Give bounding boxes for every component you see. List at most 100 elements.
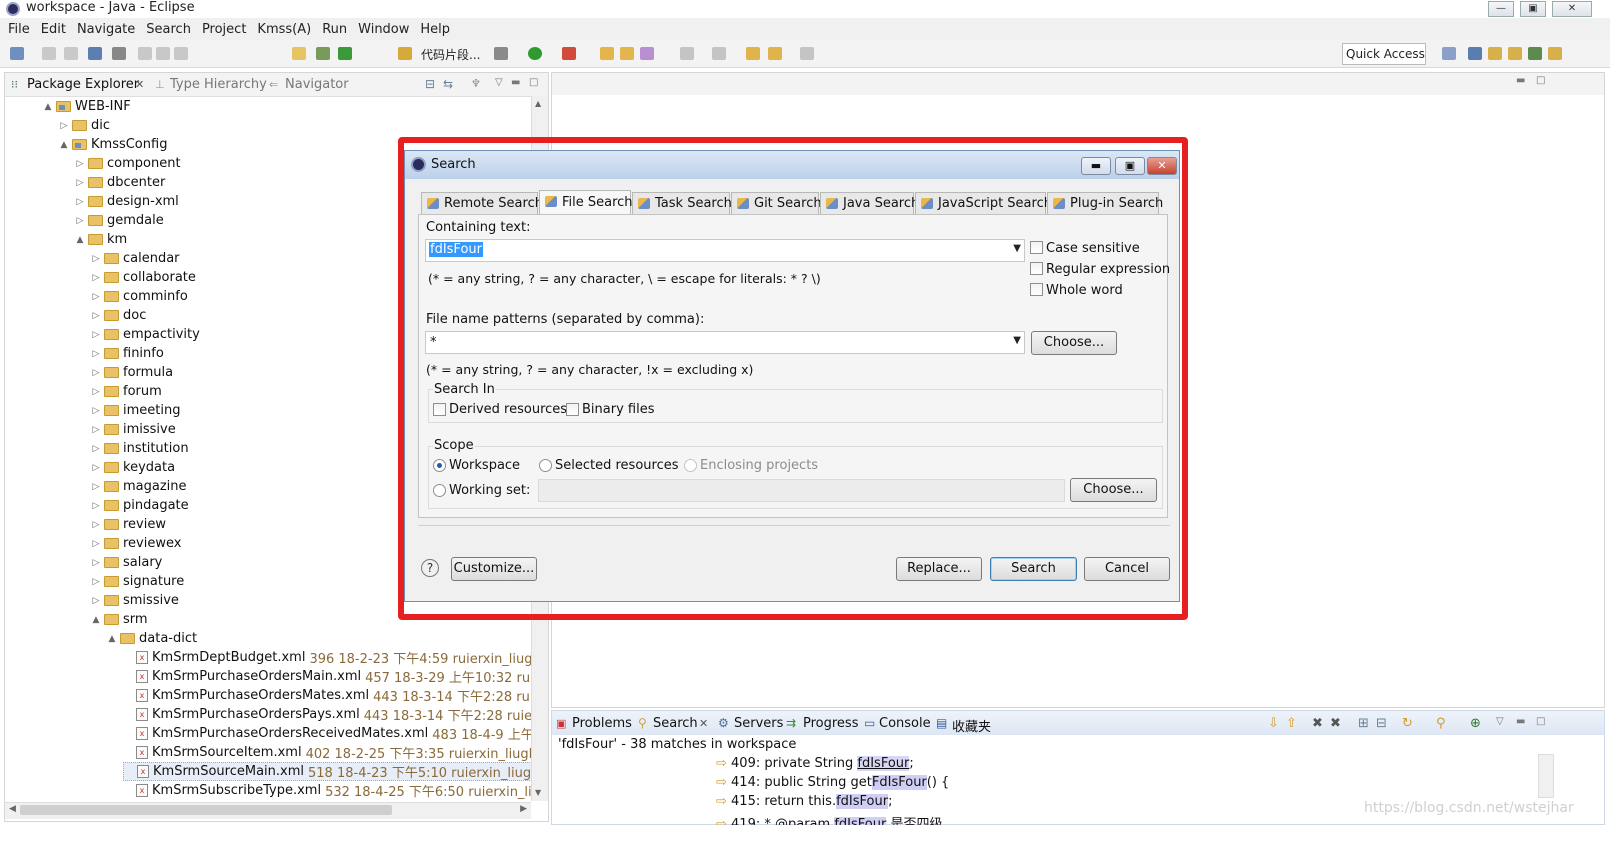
menu-file[interactable]: File <box>8 22 30 37</box>
collapsed-twisty-icon[interactable]: ▷ <box>75 159 85 169</box>
collapsed-twisty-icon[interactable]: ▷ <box>91 444 101 454</box>
expanded-twisty-icon[interactable]: ▲ <box>107 634 117 644</box>
tree-folder-item[interactable]: ▷ dbcenter <box>75 173 166 192</box>
toggle-mark-icon[interactable] <box>292 47 306 60</box>
scroll-up-icon[interactable]: ▲ <box>535 99 541 108</box>
tree-folder-item[interactable]: ▷ empactivity <box>91 325 200 344</box>
tree-file-item[interactable]: x KmSrmPurchaseOrdersMain.xml 457 18-3-29 … <box>123 667 532 686</box>
regular-expression-label[interactable]: Regular expression <box>1046 262 1170 277</box>
prev-match-icon[interactable]: ⇧ <box>1286 716 1297 731</box>
file-patterns-value[interactable]: * <box>430 335 437 350</box>
remove-all-icon[interactable]: ✖ <box>1330 716 1341 731</box>
tree-folder-item[interactable]: ▲ KmssConfig <box>59 135 168 154</box>
collapsed-twisty-icon[interactable]: ▷ <box>91 330 101 340</box>
save-icon[interactable] <box>42 47 56 60</box>
tree-folder-item[interactable]: ▷ formula <box>91 363 174 382</box>
search-result-row[interactable]: ⇨ 415: return this.fdIsFour; <box>716 794 892 809</box>
tree-file-item[interactable]: x KmSrmPurchaseOrdersReceivedMates.xml 483… <box>123 724 532 743</box>
workspace-radio[interactable] <box>433 459 446 472</box>
java-ee-perspective-icon[interactable] <box>1468 47 1482 60</box>
debug-icon[interactable] <box>316 47 330 60</box>
tree-folder-item[interactable]: ▷ institution <box>91 439 189 458</box>
workspace-label[interactable]: Workspace <box>449 458 520 473</box>
collapsed-twisty-icon[interactable]: ▷ <box>91 577 101 587</box>
back-icon[interactable] <box>746 47 760 60</box>
tree-folder-item[interactable]: ▷ review <box>91 515 166 534</box>
menu-window[interactable]: Window <box>358 22 409 37</box>
tree-folder-item[interactable]: ▷ reviewex <box>91 534 182 553</box>
collapsed-twisty-icon[interactable]: ▷ <box>91 482 101 492</box>
choose-working-set-button[interactable]: Choose... <box>1070 478 1157 502</box>
search-result-row[interactable]: ⇨ 419: * @param fdIsFour 是否四级 <box>716 813 942 825</box>
cancel-button[interactable]: Cancel <box>1084 557 1170 581</box>
new-icon[interactable] <box>10 47 24 60</box>
collapsed-twisty-icon[interactable]: ▷ <box>91 292 101 302</box>
remove-match-icon[interactable]: ✖ <box>1312 716 1323 731</box>
tree-file-item[interactable]: x KmSrmPurchaseOrdersPays.xml 443 18-3-14 … <box>123 705 532 724</box>
tree-file-item[interactable]: x KmSrmSourceMain.xml 518 18-4-23 下午5:10 r… <box>123 762 532 781</box>
git-perspective-icon[interactable] <box>1548 47 1562 60</box>
file-patterns-combo[interactable]: * ▼ <box>425 331 1025 354</box>
case-sensitive-checkbox[interactable] <box>1030 241 1043 254</box>
expanded-twisty-icon[interactable]: ▲ <box>59 140 69 150</box>
suspend-icon[interactable] <box>156 47 170 60</box>
bottom-maximize-icon[interactable]: □ <box>1536 716 1545 727</box>
working-set-radio[interactable] <box>433 484 446 497</box>
open-type-icon[interactable] <box>398 47 412 60</box>
tree-file-item[interactable]: x KmSrmSubscribeType.xml 532 18-4-25 下午6:5… <box>123 781 532 800</box>
containing-text-combo[interactable]: fdIsFour ▼ <box>425 239 1025 262</box>
tree-folder-item[interactable]: ▷ magazine <box>91 477 187 496</box>
search-again-icon[interactable]: ↻ <box>1402 716 1413 731</box>
tab-progress[interactable]: Progress <box>803 716 858 731</box>
dialog-minimize-icon[interactable]: ▬ <box>1081 157 1111 175</box>
tab-file-search[interactable]: File Search <box>539 190 633 214</box>
search-result-row[interactable]: ⇨ 414: public String getFdIsFour() { <box>716 775 949 790</box>
editor-maximize-icon[interactable]: □ <box>1536 75 1545 86</box>
tab-console[interactable]: Console <box>879 716 931 731</box>
menu-project[interactable]: Project <box>202 22 246 37</box>
containing-text-dropdown-icon[interactable]: ▼ <box>1013 243 1021 254</box>
tree-folder-item[interactable]: ▷ imissive <box>91 420 176 439</box>
next-annotation-icon[interactable] <box>680 47 694 60</box>
menu-run[interactable]: Run <box>322 22 347 37</box>
terminate-icon[interactable] <box>174 47 188 60</box>
expanded-twisty-icon[interactable]: ▲ <box>43 102 53 112</box>
tree-file-item[interactable]: x KmSrmPurchaseOrdersMates.xml 443 18-3-14… <box>123 686 532 705</box>
tab-javascript-search[interactable]: JavaScript Search <box>915 192 1052 214</box>
menu-search[interactable]: Search <box>146 22 191 37</box>
collapsed-twisty-icon[interactable]: ▷ <box>91 406 101 416</box>
collapsed-twisty-icon[interactable]: ▷ <box>59 121 69 131</box>
tab-java-search[interactable]: Java Search <box>820 192 919 214</box>
tree-folder-item[interactable]: ▲ km <box>75 230 128 249</box>
tree-folder-item[interactable]: ▷ gemdale <box>75 211 164 230</box>
file-patterns-dropdown-icon[interactable]: ▼ <box>1013 335 1021 346</box>
menu-kmss[interactable]: Kmss(A) <box>257 22 311 37</box>
collapsed-twisty-icon[interactable]: ▷ <box>91 273 101 283</box>
whole-word-label[interactable]: Whole word <box>1046 283 1123 298</box>
menu-help[interactable]: Help <box>420 22 450 37</box>
run-icon[interactable] <box>338 47 352 60</box>
maximize-button[interactable]: ▣ <box>1520 1 1546 17</box>
replace-button[interactable]: Replace... <box>896 557 982 581</box>
expand-all-icon[interactable]: ⊞ <box>1358 716 1369 731</box>
close-window-button[interactable]: ✕ <box>1552 1 1592 17</box>
selected-resources-label[interactable]: Selected resources <box>555 458 679 473</box>
snippet-button[interactable]: 代码片段... <box>421 46 480 63</box>
tab-problems[interactable]: Problems <box>572 716 632 731</box>
collapsed-twisty-icon[interactable]: ▷ <box>91 539 101 549</box>
history-icon[interactable] <box>800 47 814 60</box>
tab-search[interactable]: Search <box>653 716 698 731</box>
collapsed-twisty-icon[interactable]: ▷ <box>91 501 101 511</box>
save-all-icon[interactable] <box>64 47 78 60</box>
bottom-view-menu-icon[interactable]: ▽ <box>1496 716 1504 727</box>
case-sensitive-label[interactable]: Case sensitive <box>1046 241 1140 256</box>
scroll-down-icon[interactable]: ▼ <box>535 788 541 797</box>
tree-folder-item[interactable]: ▷ comminfo <box>91 287 188 306</box>
settings-gear-icon[interactable] <box>494 47 508 60</box>
whole-word-checkbox[interactable] <box>1030 283 1043 296</box>
choose-patterns-button[interactable]: Choose... <box>1031 331 1117 355</box>
editor-minimize-icon[interactable]: ▬ <box>1516 75 1525 86</box>
results-scrollbar[interactable] <box>1538 754 1554 798</box>
expanded-twisty-icon[interactable]: ▲ <box>91 615 101 625</box>
debug-perspective-icon[interactable] <box>1528 47 1542 60</box>
